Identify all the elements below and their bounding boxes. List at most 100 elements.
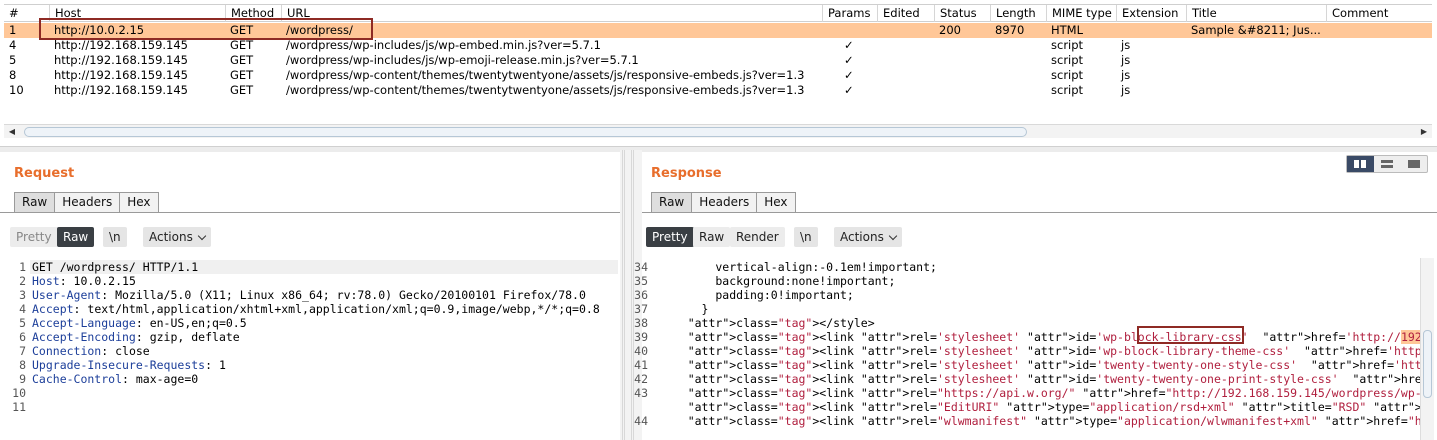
line-number: 8 [19, 358, 26, 372]
code-line: "attr">class="tag"><link "attr">rel='sty… [687, 372, 1420, 386]
pretty-button[interactable]: Pretty [10, 227, 58, 247]
line-number: 37 [634, 302, 648, 316]
code-line: Accept-Encoding: gzip, deflate [32, 330, 240, 344]
table-row[interactable]: 5 http://192.168.159.145 GET/wordpress/wp-… [4, 53, 1432, 68]
table-row[interactable]: 4 http://192.168.159.145 GET/wordpress/wp-… [4, 38, 1432, 53]
chevron-down-icon [888, 231, 898, 241]
header-name: Upgrade-Insecure-Requests [32, 358, 206, 372]
cell-edited [877, 68, 934, 83]
scroll-left-icon[interactable]: ◀ [6, 126, 18, 138]
table-row[interactable]: 8 http://192.168.159.145 GET/wordpress/wp-… [4, 68, 1432, 83]
raw-button[interactable]: Raw [693, 227, 731, 247]
code-line: User-Agent: Mozilla/5.0 (X11; Linux x86_… [32, 288, 586, 302]
request-tabs: Raw Headers Hex [14, 192, 159, 212]
code-line: "attr">class="tag"><link "attr">rel="wlw… [687, 414, 1420, 428]
vertical-scrollbar[interactable] [1420, 258, 1434, 440]
cell-title [1186, 38, 1326, 53]
horizontal-splitter[interactable] [0, 146, 1437, 152]
cell-title [1186, 83, 1326, 98]
cell-comment [1326, 53, 1432, 68]
line-number: 42 [634, 372, 648, 386]
header-value: : text/html,application/xhtml+xml,applic… [73, 302, 600, 316]
line-number: 4 [19, 302, 26, 316]
tab-hex[interactable]: Hex [119, 192, 159, 212]
rows-view-button[interactable] [1374, 156, 1401, 172]
code-line: "attr">class="tag"></style> [687, 316, 875, 330]
cell-method: GET [230, 68, 254, 82]
cell-method: GET [230, 53, 254, 67]
pretty-button[interactable]: Pretty [646, 227, 694, 247]
line-number: 5 [19, 316, 26, 330]
col-header-mime[interactable]: MIME type [1046, 5, 1116, 22]
cell-mime: script [1051, 83, 1084, 97]
tab-hex[interactable]: Hex [756, 192, 796, 212]
response-editor-toolbar: Pretty Raw Render \n Actions [646, 227, 946, 249]
cell-edited [877, 38, 934, 53]
header-value: GET /wordpress/ HTTP/1.1 [32, 260, 199, 274]
split-view-button[interactable] [1347, 156, 1374, 172]
col-header-edited[interactable]: Edited [877, 5, 934, 22]
layout-toggle[interactable] [1346, 155, 1428, 173]
response-title: Response [651, 166, 722, 181]
col-header-length[interactable]: Length [990, 5, 1046, 22]
table-row[interactable]: 10 http://192.168.159.145 GET/wordpress/wp… [4, 83, 1432, 98]
cell-num: 10 [9, 83, 24, 97]
tab-headers[interactable]: Headers [54, 192, 121, 212]
code-line: "attr">class="tag"><link "attr">rel='sty… [687, 344, 1420, 358]
cell-title [1186, 68, 1326, 83]
single-view-button[interactable] [1400, 156, 1427, 172]
scroll-thumb[interactable] [1423, 330, 1432, 398]
tab-raw[interactable]: Raw [14, 192, 56, 212]
code-line: "attr">class="tag"><link "attr">rel='sty… [660, 330, 1420, 344]
code-line: background:none!important; [660, 274, 896, 288]
newline-toggle-button[interactable]: \n [103, 227, 127, 247]
horizontal-scrollbar[interactable]: ◀ ▶ [4, 124, 1432, 138]
line-number: 10 [12, 386, 26, 400]
col-header-comment[interactable]: Comment [1326, 5, 1432, 22]
line-number: 34 [634, 260, 648, 274]
actions-label: Actions [149, 230, 193, 244]
scroll-thumb[interactable] [24, 127, 1027, 137]
cell-url: /wordpress/wp-content/themes/twentytwent… [286, 83, 805, 97]
request-editor[interactable]: 1 GET /wordpress/ HTTP/1.1 2 Host: 10.0.2.1… [4, 258, 618, 440]
cell-comment [1326, 83, 1432, 98]
chevron-down-icon [197, 231, 207, 241]
line-number: 9 [19, 372, 26, 386]
cell-url: /wordpress/wp-content/themes/twentytwent… [286, 68, 805, 82]
raw-button[interactable]: Raw [57, 227, 95, 247]
cell-url: /wordpress/wp-includes/js/wp-embed.min.j… [286, 38, 601, 52]
line-number: 39 [634, 330, 648, 344]
cell-mime: script [1051, 38, 1084, 52]
col-header-params[interactable]: Params [822, 5, 877, 22]
code-line: "attr">class="tag"><link "attr">rel='sty… [687, 358, 1420, 372]
tab-headers[interactable]: Headers [691, 192, 758, 212]
cell-comment [1326, 38, 1432, 53]
col-header-status[interactable]: Status [934, 5, 990, 22]
scroll-right-icon[interactable]: ▶ [1418, 126, 1430, 138]
cell-length [990, 38, 1046, 53]
cell-mime: script [1051, 68, 1084, 82]
line-number: 44 [634, 414, 648, 428]
tab-raw[interactable]: Raw [651, 192, 693, 212]
actions-dropdown[interactable]: Actions [143, 227, 211, 247]
code-line: Upgrade-Insecure-Requests: 1 [32, 358, 226, 372]
response-editor[interactable]: 34 vertical-align:-0.1em!important; 35 ba… [626, 258, 1420, 440]
cell-ext: js [1121, 68, 1131, 82]
actions-dropdown[interactable]: Actions [834, 227, 902, 247]
col-header-title[interactable]: Title [1186, 5, 1326, 22]
cell-url: /wordpress/wp-includes/js/wp-emoji-relea… [286, 53, 639, 67]
code-line: GET /wordpress/ HTTP/1.1 [32, 260, 198, 274]
cell-length: 8970 [995, 23, 1025, 37]
line-number: 35 [634, 274, 648, 288]
col-header-extension[interactable]: Extension [1116, 5, 1186, 22]
header-name: Accept-Language [32, 316, 136, 330]
cell-mime: script [1051, 53, 1084, 67]
cell-mime: HTML [1051, 23, 1084, 37]
newline-toggle-button[interactable]: \n [794, 227, 818, 247]
line-number: 43 [634, 386, 648, 400]
cell-length [990, 68, 1046, 83]
cell-ext [1116, 23, 1186, 38]
cell-status: 200 [939, 23, 961, 37]
annotation-box [39, 18, 373, 40]
render-button[interactable]: Render [730, 227, 785, 247]
